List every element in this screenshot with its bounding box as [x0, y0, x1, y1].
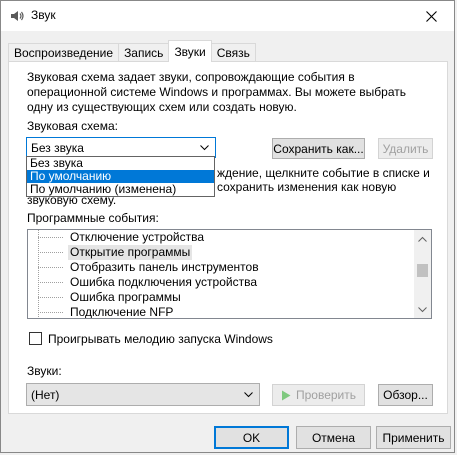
cancel-button[interactable]: Отмена	[296, 426, 371, 449]
list-item[interactable]: Отключение устройства	[68, 230, 206, 245]
tab-sounds[interactable]: Звуки	[168, 40, 212, 62]
hint-line-1: ждение, щелкните событие в списке и	[217, 166, 430, 180]
chevron-down-icon	[200, 144, 209, 150]
list-item[interactable]: Ошибка программы	[68, 290, 183, 305]
events-tree[interactable]: Отключение устройства Открытие программы…	[27, 229, 432, 319]
sound-file-value: (Нет)	[31, 387, 60, 402]
tab-recording[interactable]: Запись	[118, 43, 170, 62]
close-icon	[425, 10, 437, 22]
scroll-up-button[interactable]	[414, 230, 431, 247]
speaker-icon	[11, 11, 24, 21]
test-button[interactable]: Проверить	[272, 384, 365, 406]
tree-connector	[38, 230, 39, 318]
tab-playback[interactable]: Воспроизведение	[8, 43, 120, 62]
scheme-label: Звуковая схема:	[27, 119, 118, 133]
scroll-thumb[interactable]	[417, 264, 428, 277]
scheme-select-value: Без звука	[31, 140, 84, 155]
window-title: Звук	[31, 8, 56, 22]
events-scrollbar[interactable]	[414, 230, 431, 318]
tab-strip: Воспроизведение Запись Звуки Связь	[8, 40, 256, 62]
scroll-down-button[interactable]	[414, 301, 431, 318]
hint-line-2: сохранить изменения как новую	[217, 180, 397, 194]
save-as-button[interactable]: Сохранить как...	[272, 138, 365, 159]
list-item[interactable]: Отобразить панель инструментов	[68, 260, 261, 275]
tab-communications[interactable]: Связь	[210, 43, 256, 62]
chevron-down-icon	[244, 391, 253, 397]
startup-sound-label[interactable]: Проигрывать мелодию запуска Windows	[48, 332, 273, 346]
chevron-up-icon	[418, 236, 427, 242]
list-item[interactable]: Открытие программы	[68, 245, 193, 260]
sounds-label: Звуки:	[27, 364, 62, 378]
browse-button[interactable]: Обзор...	[378, 384, 433, 406]
title-bar: Звук	[1, 1, 454, 31]
list-item[interactable]: Подключение NFP	[68, 305, 175, 318]
scheme-description: Звуковая схема задает звуки, сопровождаю…	[27, 70, 406, 114]
startup-sound-checkbox[interactable]	[29, 332, 42, 345]
sound-dialog: Звук Воспроизведение Запись Звуки Связь …	[0, 0, 455, 453]
delete-button[interactable]: Удалить	[378, 138, 433, 159]
scheme-select[interactable]: Без звука	[26, 137, 216, 158]
scheme-dropdown-list: Без звука По умолчанию По умолчанию (изм…	[26, 156, 215, 197]
ok-button[interactable]: OK	[214, 426, 289, 449]
list-item[interactable]: Ошибка подключения устройства	[68, 275, 259, 290]
events-label: Программные события:	[27, 211, 159, 225]
sound-file-select[interactable]: (Нет)	[26, 383, 260, 406]
apply-button[interactable]: Применить	[376, 426, 451, 449]
close-button[interactable]	[408, 1, 454, 31]
chevron-down-icon	[418, 306, 427, 312]
scheme-option[interactable]: По умолчанию (изменена)	[27, 183, 214, 196]
play-icon	[281, 390, 291, 400]
